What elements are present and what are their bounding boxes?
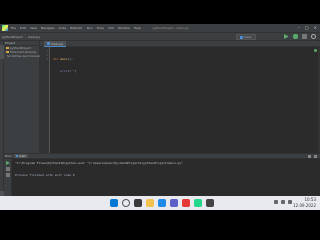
run-header-actions <box>308 155 317 158</box>
app-icon[interactable] <box>182 199 190 207</box>
stop-icon[interactable] <box>5 167 10 171</box>
inspection-ok-icon[interactable] <box>314 49 317 52</box>
system-tray <box>274 200 292 204</box>
tree-item-scratches[interactable]: Scratches and Consoles <box>4 54 43 58</box>
python-file-icon <box>240 35 243 39</box>
wifi-icon[interactable] <box>274 200 278 204</box>
console-line: Process finished with exit code 0 <box>15 173 75 177</box>
ide-window: File Edit View Navigate Code Refactor Ru… <box>0 24 320 210</box>
minimize-icon[interactable]: – <box>298 25 300 30</box>
run-label: Run: <box>5 154 12 158</box>
menu-bar: File Edit View Navigate Code Refactor Ru… <box>0 24 320 32</box>
navigation-bar: pythonProject › main.py main <box>0 32 320 41</box>
search-icon[interactable] <box>311 34 316 39</box>
breadcrumb-project[interactable]: pythonProject <box>2 35 23 39</box>
teams-icon[interactable] <box>170 199 178 207</box>
tab-label: main.py <box>51 41 64 46</box>
menu-edit[interactable]: Edit <box>20 26 26 30</box>
run-icon[interactable] <box>284 34 289 39</box>
pycharm-icon[interactable] <box>194 199 202 207</box>
breadcrumb-separator-icon: › <box>24 34 26 39</box>
line-number: 3 <box>46 57 48 61</box>
clock[interactable]: 10:53 12.09.2022 <box>293 197 316 209</box>
code-content: def main(): print("") <box>53 49 77 81</box>
clock-date: 12.09.2022 <box>293 203 316 208</box>
menu-tools[interactable]: Tools <box>96 26 103 30</box>
python-file-icon <box>15 155 18 157</box>
toolbar-actions <box>284 34 316 39</box>
builtin-token: print <box>60 69 70 73</box>
run-tab-label: main <box>18 154 27 158</box>
window-controls: – □ × <box>298 25 317 30</box>
code-line: def main(): <box>53 57 77 61</box>
menu-window[interactable]: Window <box>118 26 130 30</box>
punctuation-token: ) <box>74 69 77 73</box>
menu-help[interactable]: Help <box>134 26 141 30</box>
run-configuration-label: main <box>244 35 252 39</box>
store-icon[interactable] <box>206 199 214 207</box>
menu-navigate[interactable]: Navigate <box>41 26 54 30</box>
run-tab-main[interactable]: main <box>13 154 29 158</box>
file-explorer-icon[interactable] <box>146 199 154 207</box>
close-icon[interactable]: × <box>314 25 317 30</box>
folder-icon <box>6 47 9 49</box>
pycharm-logo-icon <box>2 25 8 31</box>
settings-icon[interactable] <box>308 155 311 158</box>
menu-run[interactable]: Run <box>87 26 93 30</box>
punctuation-token: (): <box>67 57 73 61</box>
menu-view[interactable]: View <box>30 26 37 30</box>
start-icon[interactable] <box>110 199 118 207</box>
task-view-icon[interactable] <box>134 199 142 207</box>
window-title: pythonProject - main.py <box>152 26 189 30</box>
battery-icon[interactable] <box>288 200 292 204</box>
project-panel: Project pythonProject External Libraries… <box>4 41 43 153</box>
debug-icon[interactable] <box>293 34 298 39</box>
maximize-icon[interactable]: □ <box>305 25 309 30</box>
menu-file[interactable]: File <box>11 26 16 30</box>
volume-icon[interactable] <box>281 200 285 204</box>
edge-icon[interactable] <box>158 199 166 207</box>
rerun-icon[interactable] <box>5 161 10 165</box>
stop-icon[interactable] <box>302 34 307 39</box>
python-file-icon <box>47 42 50 45</box>
line-number-gutter: 1 2 3 <box>40 47 50 153</box>
scroll-to-end-icon[interactable] <box>5 173 10 177</box>
menu-vcs[interactable]: VCS <box>108 26 114 30</box>
run-configuration-select[interactable]: main <box>236 34 256 40</box>
taskbar: 10:53 12.09.2022 <box>0 196 320 210</box>
search-icon[interactable] <box>122 199 130 207</box>
library-icon <box>6 51 9 53</box>
code-editor[interactable]: 1 2 3 def main(): print("") <box>40 47 320 153</box>
menu-code[interactable]: Code <box>58 26 66 30</box>
hide-icon[interactable] <box>314 155 317 158</box>
code-line: print("") <box>53 69 77 73</box>
tree-item-label: Scratches and Consoles <box>7 54 43 58</box>
taskbar-apps <box>110 199 214 207</box>
breadcrumb-file[interactable]: main.py <box>28 35 40 39</box>
menu-refactor[interactable]: Refactor <box>70 26 83 30</box>
